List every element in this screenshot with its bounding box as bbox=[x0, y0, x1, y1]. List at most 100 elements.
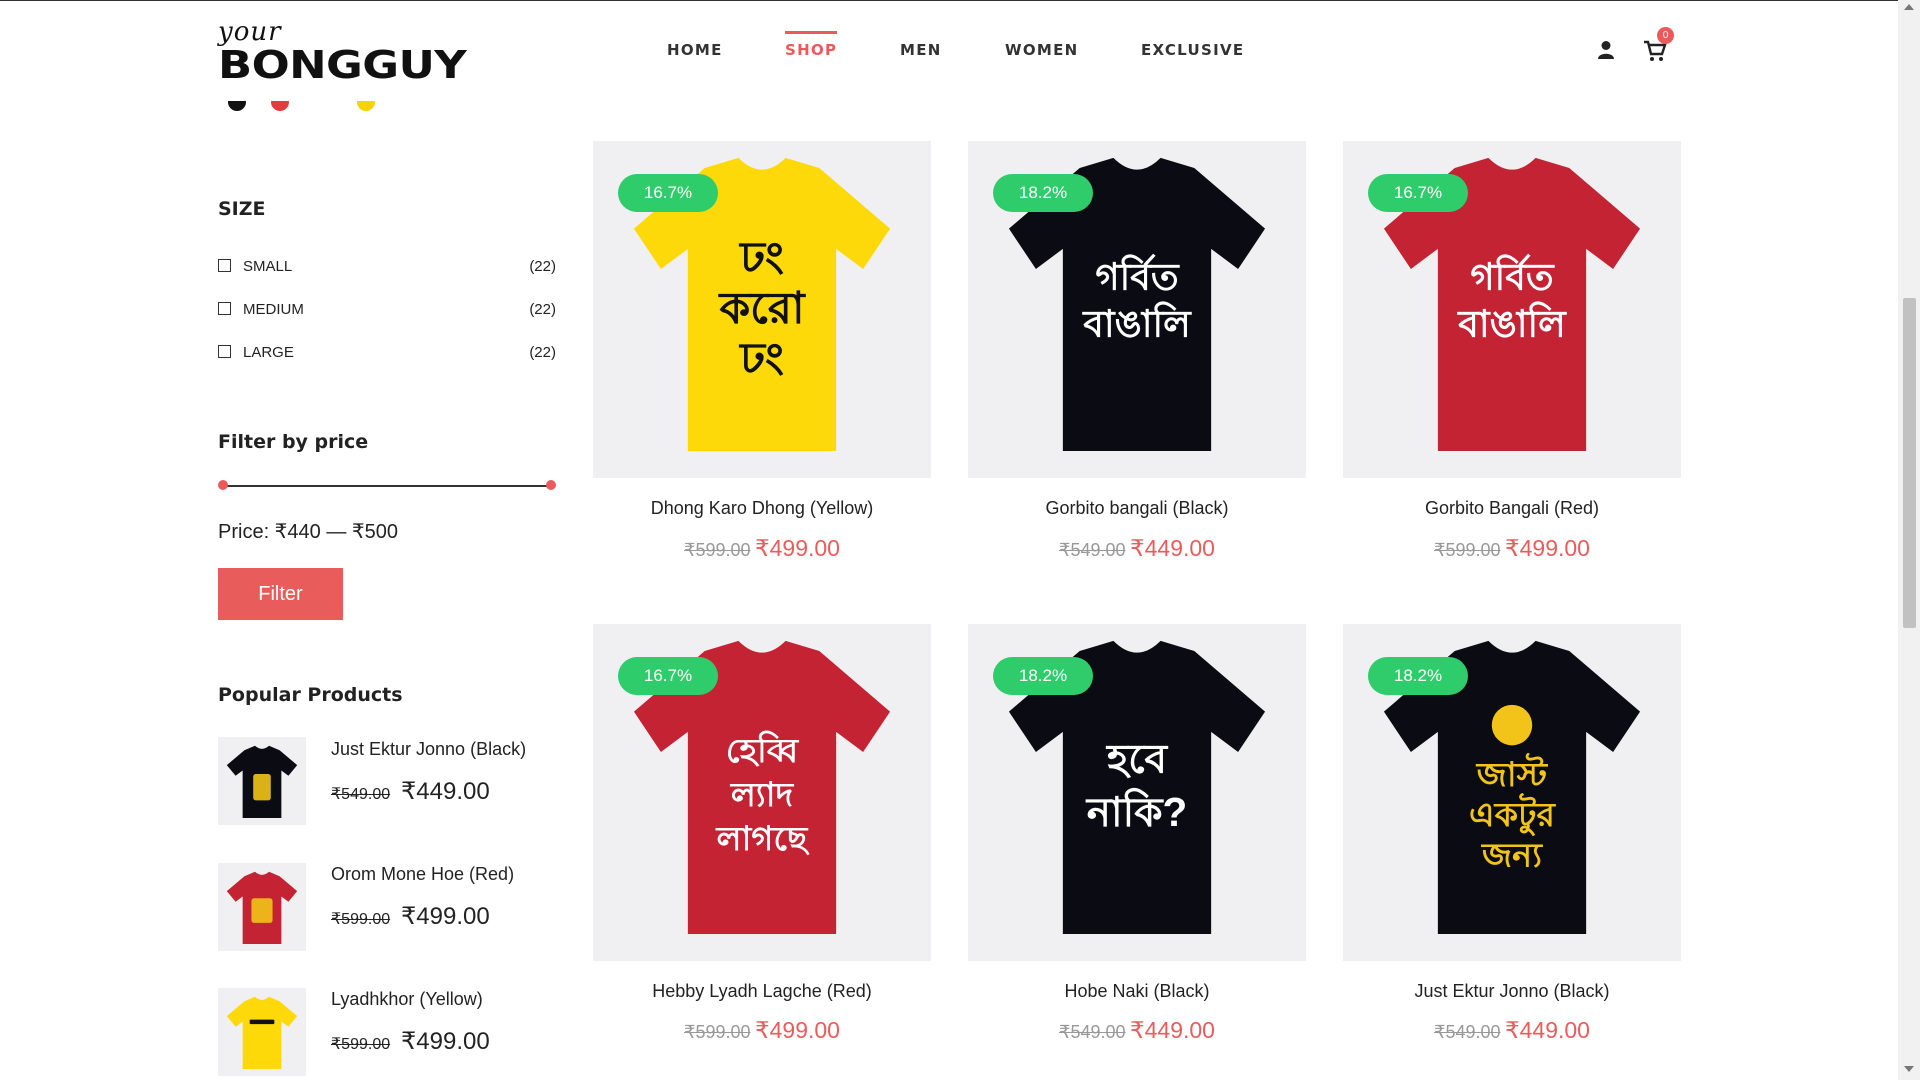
tshirt-print-line: বাঙালি bbox=[1081, 301, 1192, 344]
popular-product-price: ₹499.00 bbox=[401, 903, 490, 930]
product-sale-price: ₹499.00 bbox=[754, 535, 840, 561]
product-sale-price: ₹449.00 bbox=[1129, 1017, 1215, 1043]
product-image[interactable]: হবে নাকি? 18.2% bbox=[968, 624, 1306, 961]
tshirt-print-line: জন্য bbox=[1481, 838, 1543, 875]
size-checkbox[interactable] bbox=[218, 259, 231, 272]
nav-exclusive[interactable]: EXCLUSIVE bbox=[1141, 41, 1244, 59]
size-label: LARGE bbox=[243, 344, 294, 361]
tshirt-print-line: ঢং bbox=[738, 233, 784, 282]
scroll-up-arrow-icon[interactable] bbox=[1904, 4, 1914, 10]
popular-products-heading: Popular Products bbox=[218, 684, 403, 706]
tshirt-print-line: হেব্বি bbox=[726, 730, 800, 770]
tshirt-print-line: ল্যাদ bbox=[730, 777, 795, 814]
product-old-price: ₹549.00 bbox=[1059, 540, 1126, 560]
product-sale-price: ₹499.00 bbox=[754, 1017, 840, 1043]
product-title[interactable]: Just Ektur Jonno (Black) bbox=[1343, 981, 1681, 1002]
size-option-small[interactable]: SMALL (22) bbox=[218, 257, 556, 279]
tshirt-image bbox=[226, 996, 298, 1069]
product-image[interactable]: ঢং করো ঢং 16.7% bbox=[593, 141, 931, 478]
product-title[interactable]: Hebby Lyadh Lagche (Red) bbox=[593, 981, 931, 1002]
product-old-price: ₹549.00 bbox=[1059, 1022, 1126, 1042]
tshirt-print-line: একটুর bbox=[1469, 792, 1557, 836]
tshirt-print-line: হবে bbox=[1105, 735, 1168, 781]
product-sale-price: ₹499.00 bbox=[1504, 535, 1590, 561]
popular-product-price: ₹499.00 bbox=[401, 1028, 490, 1055]
hand-gesture-graphic bbox=[1491, 704, 1533, 746]
size-count: (22) bbox=[529, 258, 556, 275]
product-price: ₹549.00 ₹449.00 bbox=[968, 1017, 1306, 1044]
tshirt-print-line: জাস্ট bbox=[1476, 752, 1549, 794]
price-slider-max-handle[interactable] bbox=[546, 480, 556, 490]
tshirt-print-line: গর্বিত bbox=[1095, 253, 1180, 297]
size-checkbox[interactable] bbox=[218, 345, 231, 358]
filter-button[interactable]: Filter bbox=[218, 568, 343, 620]
tshirt-print-line: গর্বিত bbox=[1470, 253, 1555, 297]
popular-product-title[interactable]: Lyadhkhor (Yellow) bbox=[331, 989, 483, 1010]
tshirt-image bbox=[226, 871, 298, 944]
nav-shop[interactable]: SHOP bbox=[785, 31, 838, 59]
size-label: SMALL bbox=[243, 258, 293, 275]
tshirt-print-line: লাগছে bbox=[716, 821, 810, 858]
product-old-price: ₹599.00 bbox=[1434, 540, 1501, 560]
product-image[interactable]: হেব্বি ল্যাদ লাগছে 16.7% bbox=[593, 624, 931, 961]
size-option-medium[interactable]: MEDIUM (22) bbox=[218, 300, 556, 322]
tshirt-print-line: ঢং bbox=[738, 335, 784, 384]
product-title[interactable]: Hobe Naki (Black) bbox=[968, 981, 1306, 1002]
product-price: ₹549.00 ₹449.00 bbox=[968, 535, 1306, 562]
size-count: (22) bbox=[529, 344, 556, 361]
scroll-down-arrow-icon[interactable] bbox=[1904, 1066, 1914, 1072]
popular-product-thumb[interactable] bbox=[218, 988, 306, 1076]
product-sale-price: ₹449.00 bbox=[1129, 535, 1215, 561]
product-image[interactable]: জাস্ট একটুর জন্য 18.2% bbox=[1343, 624, 1681, 961]
cart-count-badge: 0 bbox=[1657, 27, 1674, 44]
popular-product-price: ₹449.00 bbox=[401, 778, 490, 805]
product-price: ₹549.00 ₹449.00 bbox=[1343, 1017, 1681, 1044]
price-filter-heading: Filter by price bbox=[218, 431, 369, 453]
discount-badge: 16.7% bbox=[618, 657, 718, 695]
product-title[interactable]: Dhong Karo Dhong (Yellow) bbox=[593, 498, 931, 519]
site-header: your BONGGUY HOME SHOP MEN WOMEN EXCLUSI… bbox=[0, 1, 1898, 101]
popular-product-thumb[interactable] bbox=[218, 737, 306, 825]
product-old-price: ₹549.00 bbox=[1434, 1022, 1501, 1042]
size-checkbox[interactable] bbox=[218, 302, 231, 315]
nav-women[interactable]: WOMEN bbox=[1005, 41, 1079, 59]
scrollbar-thumb[interactable] bbox=[1903, 298, 1916, 628]
product-price: ₹599.00 ₹499.00 bbox=[593, 1017, 931, 1044]
discount-badge: 18.2% bbox=[993, 657, 1093, 695]
user-icon[interactable] bbox=[1597, 40, 1615, 60]
price-slider-track[interactable] bbox=[222, 485, 552, 487]
popular-product-old-price: ₹549.00 bbox=[331, 786, 391, 803]
product-title[interactable]: Gorbito Bangali (Red) bbox=[1343, 498, 1681, 519]
size-heading: SIZE bbox=[218, 198, 266, 220]
tshirt-print-line: বাঙালি bbox=[1456, 301, 1567, 344]
tshirt-print-line: নাকি? bbox=[1085, 788, 1187, 835]
price-slider-min-handle[interactable] bbox=[218, 480, 228, 490]
discount-badge: 16.7% bbox=[1368, 174, 1468, 212]
product-image[interactable]: গর্বিত বাঙালি 16.7% bbox=[1343, 141, 1681, 478]
price-range-label: Price: ₹440 — ₹500 bbox=[218, 521, 398, 543]
product-old-price: ₹599.00 bbox=[684, 1022, 751, 1042]
tshirt-print-line: করো bbox=[717, 284, 806, 333]
product-image[interactable]: গর্বিত বাঙালি 18.2% bbox=[968, 141, 1306, 478]
tshirt-image bbox=[226, 745, 298, 818]
size-option-large[interactable]: LARGE (22) bbox=[218, 343, 556, 365]
size-count: (22) bbox=[529, 301, 556, 318]
product-title[interactable]: Gorbito bangali (Black) bbox=[968, 498, 1306, 519]
discount-badge: 18.2% bbox=[1368, 657, 1468, 695]
popular-product-thumb[interactable] bbox=[218, 863, 306, 951]
popular-product-old-price: ₹599.00 bbox=[331, 911, 391, 928]
logo-wordmark: BONGGUY bbox=[218, 43, 467, 87]
product-price: ₹599.00 ₹499.00 bbox=[1343, 535, 1681, 562]
product-sale-price: ₹449.00 bbox=[1504, 1017, 1590, 1043]
popular-product-title[interactable]: Orom Mone Hoe (Red) bbox=[331, 864, 514, 885]
size-label: MEDIUM bbox=[243, 301, 304, 318]
product-price: ₹599.00 ₹499.00 bbox=[593, 535, 931, 562]
discount-badge: 18.2% bbox=[993, 174, 1093, 212]
popular-product-old-price: ₹599.00 bbox=[331, 1036, 391, 1053]
popular-product-title[interactable]: Just Ektur Jonno (Black) bbox=[331, 739, 526, 760]
nav-home[interactable]: HOME bbox=[667, 41, 723, 59]
nav-men[interactable]: MEN bbox=[900, 41, 942, 59]
product-old-price: ₹599.00 bbox=[684, 540, 751, 560]
discount-badge: 16.7% bbox=[618, 174, 718, 212]
site-logo[interactable]: your BONGGUY bbox=[218, 15, 468, 87]
